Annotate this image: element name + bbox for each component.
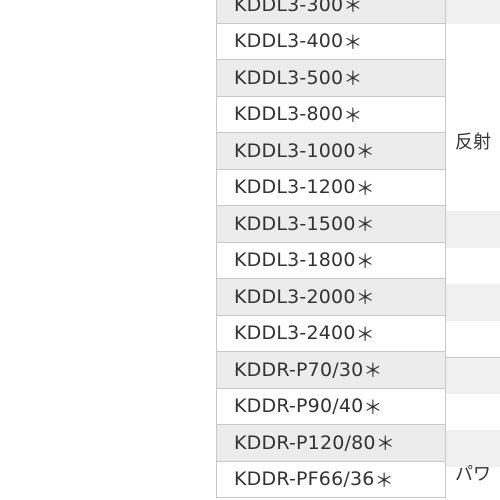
asterisk-icon: ＊: [343, 31, 363, 54]
asterisk-icon: ＊: [363, 396, 383, 419]
model-code: KDDR-PF66/36: [234, 468, 375, 491]
model-table: KDDL3-300 ＊ KDDL3-400 ＊ KDDL3-500 ＊ KDDL3-8…: [216, 0, 446, 498]
model-code: KDDR-P120/80: [234, 431, 376, 454]
asterisk-icon: ＊: [355, 250, 375, 273]
model-code: KDDL3-400: [234, 30, 344, 53]
table-row: KDDR-PF66/36 ＊: [217, 462, 445, 498]
table-row: KDDL3-2400 ＊: [217, 316, 445, 352]
model-code: KDDL3-1500: [234, 212, 356, 235]
group-band-1: [445, 211, 500, 248]
asterisk-icon: ＊: [375, 433, 395, 456]
table-row: KDDL3-800 ＊: [217, 97, 445, 133]
asterisk-icon: ＊: [343, 104, 363, 127]
table-row: KDDL3-1800 ＊: [217, 243, 445, 279]
group-divider: [445, 357, 500, 358]
asterisk-icon: ＊: [374, 469, 394, 492]
group-band-top: [445, 0, 500, 24]
asterisk-icon: ＊: [355, 323, 375, 346]
group-label-reflective-text: 反射: [455, 132, 491, 153]
model-code: KDDL3-1200: [234, 176, 356, 199]
table-row: KDDR-P70/30 ＊: [217, 352, 445, 389]
spec-table-page: 反射 パワ KDDL3-300 ＊ KDDL3-400 ＊ KDDL3-500 ＊ K…: [0, 0, 500, 500]
asterisk-icon: ＊: [355, 141, 375, 164]
model-code: KDDL3-2000: [234, 285, 356, 308]
table-row: KDDL3-300 ＊: [217, 0, 445, 24]
group-label-power: パワ: [455, 460, 491, 486]
table-row: KDDL3-1500 ＊: [217, 206, 445, 243]
group-label-reflective: 反射: [455, 128, 491, 154]
asterisk-icon: ＊: [343, 68, 363, 91]
model-code: KDDL3-500: [234, 66, 344, 89]
asterisk-icon: ＊: [355, 287, 375, 310]
model-code: KDDL3-1000: [234, 139, 356, 162]
model-code: KDDR-P70/30: [234, 358, 364, 381]
model-code: KDDL3-800: [234, 103, 344, 126]
model-code: KDDL3-2400: [234, 322, 356, 345]
table-row: KDDR-P90/40 ＊: [217, 389, 445, 425]
table-row: KDDL3-1000 ＊: [217, 133, 445, 170]
group-label-power-text: パワ: [455, 464, 491, 485]
table-row: KDDL3-1200 ＊: [217, 170, 445, 206]
table-row: KDDL3-500 ＊: [217, 60, 445, 97]
model-code: KDDR-P90/40: [234, 395, 364, 418]
asterisk-icon: ＊: [355, 177, 375, 200]
asterisk-icon: ＊: [343, 0, 363, 18]
model-code: KDDL3-300: [234, 0, 344, 16]
asterisk-icon: ＊: [355, 214, 375, 237]
group-band-3: [445, 357, 500, 394]
table-row: KDDR-P120/80 ＊: [217, 425, 445, 462]
table-row: KDDL3-2000 ＊: [217, 279, 445, 316]
model-code: KDDL3-1800: [234, 249, 356, 272]
group-band-2: [445, 284, 500, 321]
asterisk-icon: ＊: [363, 360, 383, 383]
table-row: KDDL3-400 ＊: [217, 24, 445, 60]
